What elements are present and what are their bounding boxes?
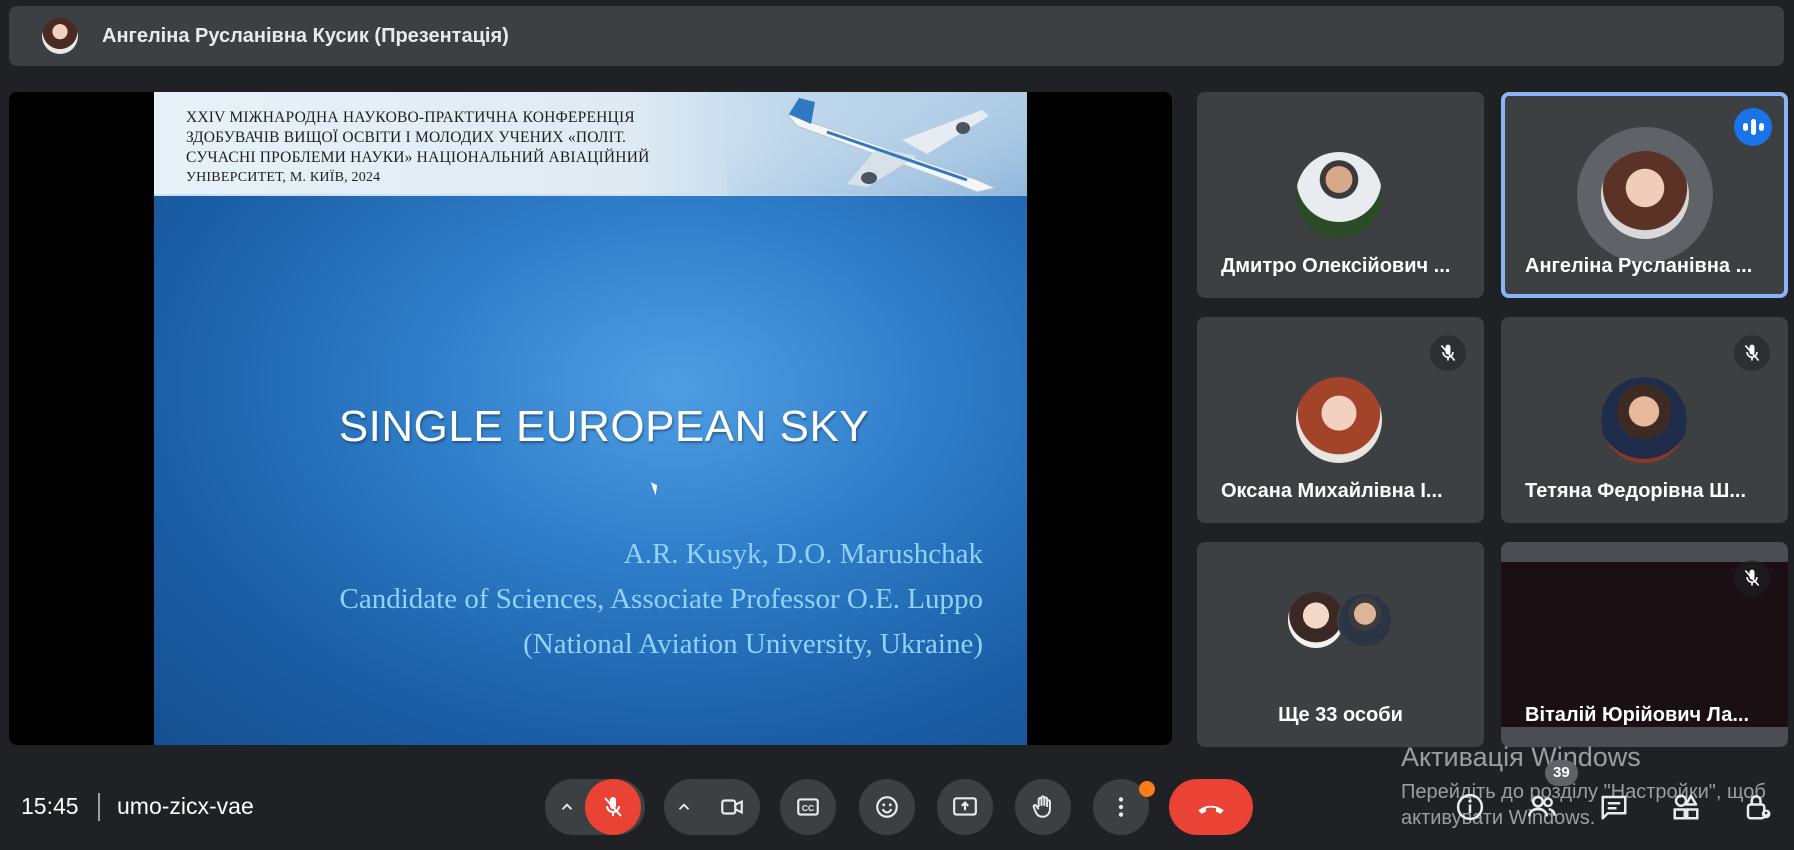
avatar — [1337, 592, 1393, 648]
participant-name: Ангеліна Русланівна ... — [1525, 255, 1753, 277]
info-icon — [1456, 793, 1484, 821]
slide-header: XXIV МІЖНАРОДНА НАУКОВО-ПРАКТИЧНА КОНФЕР… — [154, 92, 1027, 196]
captions-button[interactable]: CC — [780, 779, 836, 835]
slide-title: SINGLE EUROPEAN SKY — [338, 402, 870, 451]
participant-name: Віталій Юрійович Ла... — [1525, 704, 1750, 726]
conference-line: XXIV МІЖНАРОДНА НАУКОВО-ПРАКТИЧНА КОНФЕР… — [186, 109, 635, 126]
participant-name: Тетяна Федорівна Ш... — [1525, 480, 1747, 502]
avatar — [1296, 152, 1382, 238]
people-icon — [1528, 795, 1556, 817]
camera-button[interactable] — [704, 794, 760, 820]
mouse-cursor-icon — [650, 480, 661, 496]
more-participants-tile[interactable]: Ще 33 особи — [1197, 542, 1484, 747]
conference-text: XXIV МІЖНАРОДНА НАУКОВО-ПРАКТИЧНА КОНФЕР… — [186, 108, 706, 188]
slide-supervisor: Candidate of Sciences, Associate Profess… — [339, 583, 984, 615]
people-button[interactable] — [1519, 784, 1565, 830]
present-button[interactable] — [937, 779, 993, 835]
more-vert-icon — [1118, 797, 1124, 817]
emoji-icon — [876, 796, 898, 818]
mic-toggle-button[interactable] — [585, 779, 641, 835]
avatar — [1296, 377, 1382, 463]
leave-call-button[interactable] — [1169, 779, 1253, 835]
presenter-avatar — [42, 18, 78, 54]
video-control-group — [664, 779, 760, 835]
mic-off-icon — [1734, 335, 1770, 371]
presenter-bar[interactable]: Ангеліна Русланівна Кусик (Презентація) — [9, 6, 1784, 66]
conference-line: СУЧАСНІ ПРОБЛЕМИ НАУКИ» НАЦІОНАЛЬНИЙ АВІ… — [186, 149, 650, 166]
avatar — [1601, 377, 1687, 463]
speaking-indicator-icon — [1734, 108, 1772, 146]
participant-tile[interactable]: Оксана Михайлівна І... — [1197, 317, 1484, 523]
participant-name: Дмитро Олексійович ... — [1221, 255, 1451, 277]
activities-button[interactable] — [1663, 784, 1709, 830]
notification-dot — [1139, 781, 1155, 797]
chat-button[interactable] — [1591, 784, 1637, 830]
airplane-image — [727, 92, 1027, 196]
conference-line: ЗДОБУВАЧІВ ВИЩОЇ ОСВІТИ І МОЛОДИХ УЧЕНИХ… — [186, 129, 627, 146]
watermark-title: Активація Windows — [1401, 742, 1641, 772]
participant-tile-active[interactable]: Ангеліна Русланівна ... — [1501, 92, 1788, 298]
reactions-button[interactable] — [859, 779, 915, 835]
slide-authors: A.R. Kusyk, D.O. Marushchak — [623, 538, 983, 570]
captions-icon: CC — [797, 798, 819, 816]
participant-tile[interactable]: Дмитро Олексійович ... — [1197, 92, 1484, 298]
chevron-up-icon[interactable] — [664, 798, 704, 816]
mic-off-icon — [604, 797, 622, 817]
slide-affiliation: (National Aviation University, Ukraine) — [523, 628, 983, 660]
mic-off-icon — [1734, 560, 1770, 596]
avatar — [1601, 151, 1689, 239]
participant-name: Оксана Михайлівна І... — [1221, 480, 1443, 502]
participant-tile[interactable]: Тетяна Федорівна Ш... — [1501, 317, 1788, 523]
host-controls-icon — [1746, 795, 1771, 820]
more-participants-label: Ще 33 особи — [1278, 704, 1403, 726]
presentation-slide: XXIV МІЖНАРОДНА НАУКОВО-ПРАКТИЧНА КОНФЕР… — [154, 92, 1027, 745]
host-controls-button[interactable] — [1735, 784, 1781, 830]
raise-hand-button[interactable] — [1015, 779, 1071, 835]
presentation-stage[interactable]: XXIV МІЖНАРОДНА НАУКОВО-ПРАКТИЧНА КОНФЕР… — [9, 92, 1172, 745]
participant-count-badge: 39 — [1545, 760, 1578, 786]
presenter-title: Ангеліна Русланівна Кусик (Презентація) — [102, 24, 509, 47]
present-icon — [953, 797, 977, 816]
raise-hand-icon — [1032, 795, 1051, 818]
clock: 15:45 — [21, 793, 79, 819]
svg-text:CC: CC — [802, 803, 815, 813]
avatar — [1288, 592, 1344, 648]
end-call-icon — [1198, 805, 1224, 814]
meeting-details-button[interactable] — [1447, 784, 1493, 830]
camera-icon — [721, 799, 743, 815]
mic-off-icon — [1430, 335, 1466, 371]
chevron-up-icon[interactable] — [545, 798, 589, 816]
conference-line: УНІВЕРСИТЕТ, М. КИЇВ, 2024 — [186, 170, 381, 185]
divider — [98, 793, 100, 821]
meeting-code: umo-zicx-vae — [117, 793, 254, 819]
chat-icon — [1601, 795, 1627, 820]
activities-icon — [1673, 794, 1699, 820]
participant-tile[interactable]: Віталій Юрійович Ла... — [1501, 542, 1788, 747]
